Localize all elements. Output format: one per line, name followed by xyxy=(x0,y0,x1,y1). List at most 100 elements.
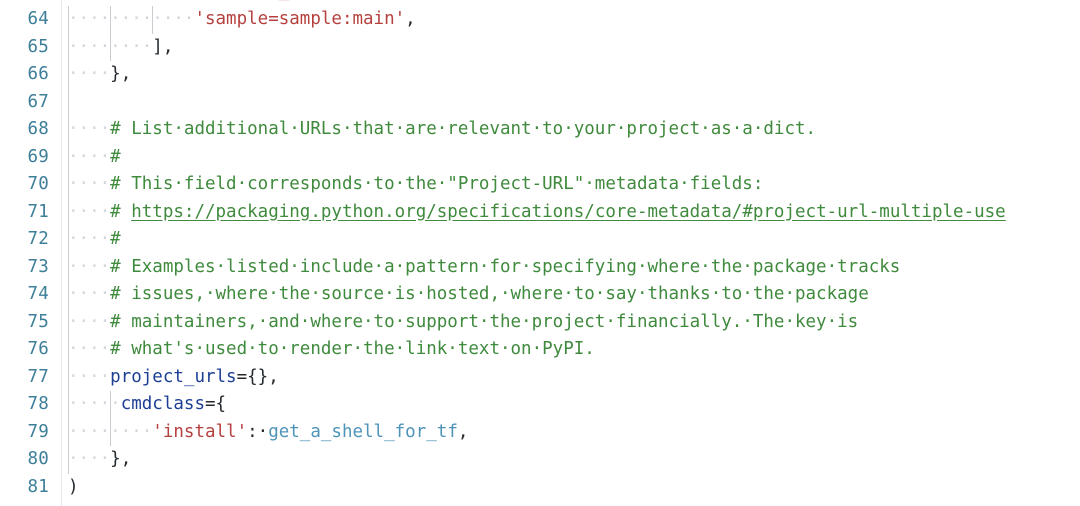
code-line[interactable]: ········'install':·get_a_shell_for_tf, xyxy=(68,419,468,447)
whitespace-markers: ···· xyxy=(68,256,111,277)
indent-guide xyxy=(68,33,69,61)
line-number: 73 xyxy=(27,256,49,277)
code-line[interactable]: ····# what's·used·to·render·the·link·tex… xyxy=(68,336,595,364)
plain-token: , xyxy=(457,421,469,442)
line-number: 72 xyxy=(27,229,49,249)
comment-token: # List·additional·URLs·that·are·relevant… xyxy=(110,119,817,139)
indent-guide xyxy=(68,6,69,34)
code-line[interactable]: ····# xyxy=(68,144,121,172)
plain-token: }, xyxy=(110,64,132,84)
whitespace-markers: ············ xyxy=(68,9,195,29)
indent-guide xyxy=(68,61,69,89)
line-number: 69 xyxy=(27,146,49,167)
line-number: 79 xyxy=(27,421,49,442)
url-link[interactable]: https://packaging.python.org/specificati… xyxy=(131,202,1005,222)
plain-token: : [ xyxy=(374,0,406,1)
code-line[interactable]: ········], xyxy=(68,34,173,62)
indent-guide xyxy=(68,253,69,281)
indent-guide xyxy=(68,88,69,116)
line-number: 81 xyxy=(27,476,49,497)
plain-token: ={ xyxy=(204,394,227,414)
string-token: 'install' xyxy=(152,421,248,442)
code-line[interactable]: ····# Examples·listed·include·a·pattern·… xyxy=(68,254,900,282)
whitespace-markers: ····· xyxy=(68,394,121,414)
indent-guide xyxy=(68,418,69,446)
keyword-argument-token: project_urls xyxy=(110,366,237,387)
plain-token: }, xyxy=(110,449,132,469)
code-line[interactable]: ·····cmdclass={ xyxy=(68,391,226,419)
code-line[interactable]: ····}, xyxy=(68,446,131,474)
line-number: 75 xyxy=(27,311,49,332)
indent-guide xyxy=(68,281,69,309)
indent-guide xyxy=(68,336,69,364)
line-number: 66 xyxy=(27,64,49,84)
indent-guide xyxy=(110,33,112,61)
plain-token: , xyxy=(405,9,416,29)
line-number: 77 xyxy=(27,366,49,387)
comment-token: # xyxy=(110,229,121,249)
line-number: 68 xyxy=(27,119,49,139)
code-line[interactable]: ) xyxy=(68,474,79,502)
string-token: 'console_scripts' xyxy=(194,0,373,1)
comment-token: # xyxy=(110,201,132,222)
keyword-argument-token: cmdclass xyxy=(120,394,205,414)
indent-guide xyxy=(68,171,69,199)
indent-guide xyxy=(68,391,69,419)
code-line[interactable]: ····# https://packaging.python.org/speci… xyxy=(68,199,1006,227)
indent-guide xyxy=(110,418,112,446)
code-line[interactable]: ············'sample=sample:main', xyxy=(68,6,416,34)
indent-guide xyxy=(68,143,69,171)
comment-token: # issues,·where·the·source·is·hosted,·wh… xyxy=(110,284,869,304)
line-number: 65 xyxy=(27,36,49,57)
whitespace-markers: ···· xyxy=(68,119,111,139)
line-number: 76 xyxy=(27,339,49,359)
whitespace-markers: ···· xyxy=(68,311,111,332)
indent-guide xyxy=(68,226,69,254)
code-line[interactable]: ····project_urls={}, xyxy=(68,364,279,392)
indent-guide xyxy=(152,6,154,34)
plain-token: ], xyxy=(152,36,174,57)
indent-guide xyxy=(110,391,112,419)
whitespace-markers: ············ xyxy=(68,0,194,1)
whitespace-markers: ···· xyxy=(68,64,111,84)
comment-token: # Examples·listed·include·a·pattern·for·… xyxy=(110,256,901,277)
line-number: 80 xyxy=(27,449,49,469)
code-line[interactable]: ····}, xyxy=(68,61,131,89)
line-number-gutter: 64 65 66 67 68 69 70 71 72 73 74 75 76 77 78 79 80 81 xyxy=(0,0,62,506)
indent-guide xyxy=(68,198,69,226)
indent-guide xyxy=(68,116,69,144)
comment-token: # what's·used·to·render·the·link·text·on… xyxy=(110,339,595,359)
indent-guide xyxy=(68,308,69,336)
code-line[interactable]: ····# This·field·corresponds·to·the·"Pro… xyxy=(68,171,763,199)
whitespace-markers: ···· xyxy=(68,366,111,387)
code-line[interactable]: ····# maintainers,·and·where·to·support·… xyxy=(68,309,858,337)
partial-code-line[interactable]: ············'console_scripts': [ xyxy=(68,0,405,5)
code-line[interactable]: ····# List·additional·URLs·that·are·rele… xyxy=(68,116,816,144)
function-reference-token: get_a_shell_for_tf xyxy=(268,421,458,442)
partial-line-clip: ············'console_scripts': [ xyxy=(62,0,1080,5)
indent-guide xyxy=(110,6,112,34)
code-line[interactable]: ····# issues,·where·the·source·is·hosted… xyxy=(68,281,869,309)
indent-guide xyxy=(68,446,69,474)
line-number: 64 xyxy=(27,9,49,29)
plain-token: ) xyxy=(68,476,79,497)
line-number: 74 xyxy=(27,284,49,304)
whitespace-markers: ···· xyxy=(68,201,111,222)
whitespace-markers: ···· xyxy=(68,229,111,249)
string-token: 'sample=sample:main' xyxy=(194,9,406,29)
code-viewport[interactable]: ············'sample=sample:main', ·······… xyxy=(62,0,1080,506)
code-line[interactable]: ····# xyxy=(68,226,121,254)
line-number: 67 xyxy=(27,91,49,112)
whitespace-markers: ···· xyxy=(68,174,111,194)
code-editor[interactable]: 64 65 66 67 68 69 70 71 72 73 74 75 76 77 78 79 80 81 ···… xyxy=(0,0,1080,506)
whitespace-markers: ···· xyxy=(68,339,111,359)
comment-token: # xyxy=(110,146,121,167)
line-number: 78 xyxy=(27,394,49,414)
whitespace-markers: ···· xyxy=(68,449,111,469)
whitespace-markers: ···· xyxy=(68,284,111,304)
whitespace-markers: ···· xyxy=(68,146,111,167)
line-number: 70 xyxy=(27,174,49,194)
plain-token: ={}, xyxy=(236,366,279,387)
indent-guide xyxy=(68,363,69,391)
plain-token: :· xyxy=(247,421,269,442)
